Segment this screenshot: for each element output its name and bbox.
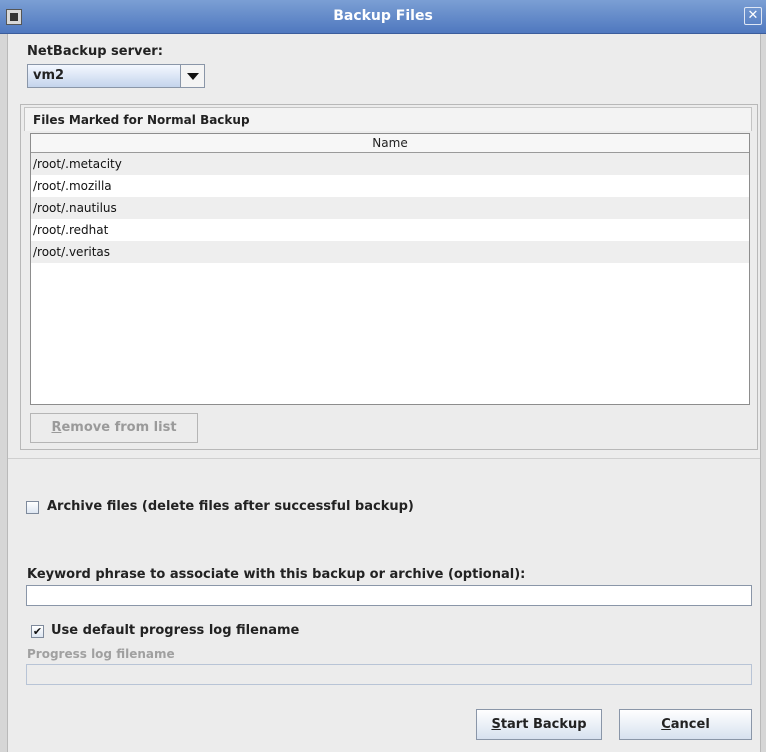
chevron-down-icon[interactable]: [180, 65, 204, 87]
cancel-button[interactable]: Cancel: [619, 709, 752, 740]
window-title: Backup Files: [333, 8, 433, 24]
table-row[interactable]: /root/.nautilus: [31, 197, 749, 219]
progress-log-filename-input[interactable]: [27, 665, 751, 684]
table-row[interactable]: /root/.redhat: [31, 219, 749, 241]
files-marked-tab: Files Marked for Normal Backup: [24, 107, 752, 131]
start-backup-button[interactable]: Start Backup: [476, 709, 602, 740]
default-log-checkbox[interactable]: ✔: [31, 625, 44, 638]
files-table: Name /root/.metacity /root/.mozilla /roo…: [30, 133, 750, 405]
archive-label: Archive files (delete files after succes…: [47, 499, 414, 514]
table-row[interactable]: /root/.metacity: [31, 153, 749, 175]
close-icon[interactable]: ✕: [744, 7, 762, 25]
title-bar: Backup Files ✕: [0, 0, 766, 34]
divider: [8, 458, 760, 459]
archive-checkbox[interactable]: [26, 501, 39, 514]
server-label: NetBackup server:: [27, 44, 163, 59]
progress-log-filename-field[interactable]: [26, 664, 752, 685]
column-header-name[interactable]: Name: [31, 134, 749, 153]
files-table-body: /root/.metacity /root/.mozilla /root/.na…: [31, 153, 749, 263]
remove-from-list-button[interactable]: Remove from list: [30, 413, 198, 443]
default-log-label: Use default progress log filename: [51, 623, 300, 638]
start-label-rest: tart Backup: [500, 717, 587, 732]
table-row[interactable]: /root/.mozilla: [31, 175, 749, 197]
remove-mnemonic: R: [51, 420, 62, 435]
remove-label-rest: emove from list: [61, 420, 177, 435]
start-mnemonic: S: [491, 717, 501, 732]
keyword-label: Keyword phrase to associate with this ba…: [27, 567, 526, 582]
files-marked-title: Files Marked for Normal Backup: [33, 113, 250, 127]
keyword-input[interactable]: [27, 586, 751, 605]
files-marked-group: Files Marked for Normal Backup Name /roo…: [20, 104, 758, 450]
keyword-field[interactable]: [26, 585, 752, 606]
table-row[interactable]: /root/.veritas: [31, 241, 749, 263]
server-combobox[interactable]: vm2: [27, 64, 205, 88]
cancel-mnemonic: C: [661, 717, 671, 732]
server-selected-value: vm2: [33, 68, 65, 83]
cancel-label-rest: ancel: [670, 717, 710, 732]
progress-log-filename-label: Progress log filename: [27, 647, 175, 661]
window-left-edge: [0, 34, 8, 752]
window-right-edge: [760, 34, 766, 752]
